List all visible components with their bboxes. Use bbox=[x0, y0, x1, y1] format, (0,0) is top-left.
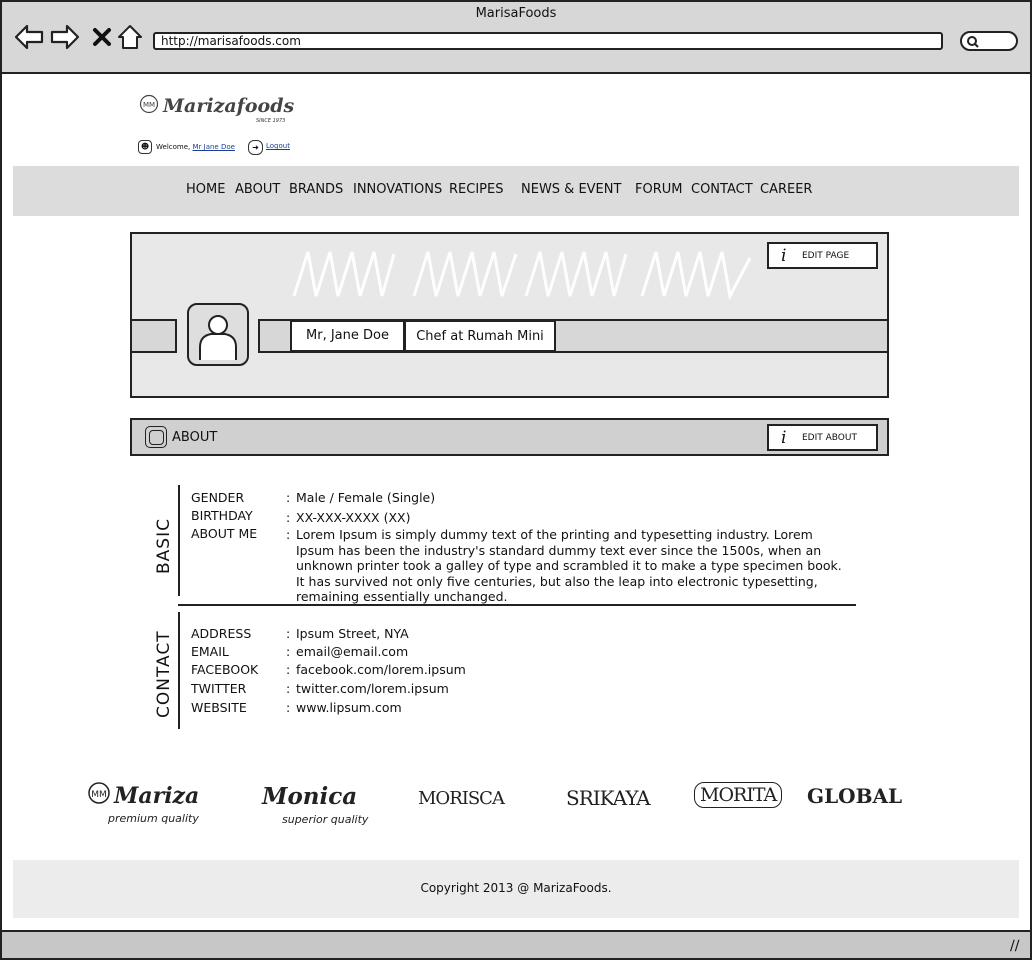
basic-section-title: BASIC bbox=[154, 518, 174, 574]
nav-innovations[interactable]: INNOVATIONS bbox=[353, 182, 442, 197]
user-avatar-icon bbox=[199, 315, 237, 360]
colon: : bbox=[286, 644, 291, 659]
logout-link[interactable]: Logout bbox=[266, 142, 290, 150]
status-bar bbox=[0, 930, 1032, 960]
search-icon bbox=[967, 36, 979, 48]
user-profile-link[interactable]: Mr Jane Doe bbox=[192, 143, 234, 151]
close-icon[interactable] bbox=[87, 22, 117, 52]
info-icon: i bbox=[781, 428, 787, 448]
nav-news-event[interactable]: NEWS & EVENT bbox=[521, 182, 621, 197]
svg-text:MM: MM bbox=[143, 101, 155, 109]
section-divider bbox=[178, 604, 856, 606]
resize-handle-icon[interactable]: ∕∕ bbox=[1010, 938, 1019, 954]
colon: : bbox=[286, 681, 291, 696]
info-icon: i bbox=[781, 246, 787, 266]
user-icon: ☻ bbox=[138, 140, 152, 154]
brand-global[interactable]: GLOBAL bbox=[807, 784, 902, 808]
brand-mariza-tagline: premium quality bbox=[108, 812, 199, 825]
nav-contact[interactable]: CONTACT bbox=[691, 182, 753, 197]
brand-srikaya[interactable]: SRIKAYA bbox=[566, 786, 651, 810]
edit-about-label: EDIT ABOUT bbox=[802, 433, 857, 443]
edit-about-button[interactable]: i EDIT ABOUT bbox=[767, 424, 878, 451]
facebook-value[interactable]: facebook.com/lorem.ipsum bbox=[296, 662, 466, 677]
avatar[interactable] bbox=[187, 303, 249, 366]
profile-name: Mr, Jane Doe bbox=[290, 320, 405, 352]
about-icon bbox=[145, 426, 167, 448]
birthday-label: BIRTHDAY bbox=[191, 508, 253, 523]
colon: : bbox=[286, 700, 291, 715]
copyright-text: Copyright 2013 @ MarizaFoods. bbox=[420, 881, 612, 895]
facebook-label: FACEBOOK bbox=[191, 662, 259, 677]
about-me-label: ABOUT ME bbox=[191, 526, 258, 541]
about-me-value: Lorem Ipsum is simply dummy text of the … bbox=[296, 527, 842, 604]
browser-search-input[interactable] bbox=[960, 31, 1018, 51]
main-nav: HOME ABOUT BRANDS INNOVATIONS RECIPES NE… bbox=[13, 166, 1019, 216]
contact-divider bbox=[178, 612, 180, 729]
edit-page-label: EDIT PAGE bbox=[802, 251, 850, 261]
window-title: MarisaFoods bbox=[475, 6, 557, 21]
logout-icon[interactable]: ➜ bbox=[248, 140, 263, 155]
colon: : bbox=[286, 626, 291, 641]
brand-morisca[interactable]: MORISCA bbox=[418, 788, 505, 809]
gender-value: Male / Female (Single) bbox=[296, 490, 436, 505]
colon: : bbox=[286, 510, 291, 525]
forward-arrow-icon[interactable] bbox=[50, 22, 80, 52]
nav-forum[interactable]: FORUM bbox=[635, 182, 682, 197]
mariza-emblem-icon: MM bbox=[88, 782, 110, 804]
brand-monica[interactable]: Monica bbox=[262, 783, 357, 810]
edit-page-button[interactable]: i EDIT PAGE bbox=[767, 242, 878, 269]
contact-section-title: CONTACT bbox=[154, 630, 174, 718]
nav-about[interactable]: ABOUT bbox=[235, 182, 280, 197]
email-value[interactable]: email@email.com bbox=[296, 644, 408, 659]
brand-mariza[interactable]: Mariza bbox=[114, 783, 199, 809]
brand-monica-tagline: superior quality bbox=[282, 813, 369, 826]
home-icon[interactable] bbox=[115, 22, 145, 52]
birthday-value: XX-XXX-XXXX (XX) bbox=[296, 510, 411, 525]
logo-emblem-icon: MM bbox=[139, 94, 159, 114]
url-input[interactable]: http://marisafoods.com bbox=[153, 32, 943, 50]
nav-recipes[interactable]: RECIPES bbox=[449, 182, 503, 197]
nav-brands[interactable]: BRANDS bbox=[289, 182, 343, 197]
address-value: Ipsum Street, NYA bbox=[296, 626, 409, 641]
colon: : bbox=[286, 527, 291, 542]
colon: : bbox=[286, 662, 291, 677]
twitter-label: TWITTER bbox=[191, 681, 247, 696]
welcome-prefix: Welcome, bbox=[156, 143, 191, 151]
colon: : bbox=[286, 490, 291, 505]
nav-career[interactable]: CAREER bbox=[760, 182, 812, 197]
brand-morita[interactable]: MORITA bbox=[694, 782, 783, 808]
logo-text: Marizafoods bbox=[163, 95, 295, 117]
email-label: EMAIL bbox=[191, 644, 229, 659]
address-label: ADDRESS bbox=[191, 626, 252, 641]
welcome-text: Welcome, Mr Jane Doe bbox=[156, 143, 235, 151]
profile-bar-left bbox=[130, 319, 177, 353]
gender-label: GENDER bbox=[191, 490, 245, 505]
website-value[interactable]: www.lipsum.com bbox=[296, 700, 402, 715]
profile-job: Chef at Rumah Mini bbox=[404, 320, 556, 352]
svg-text:MM: MM bbox=[91, 790, 107, 800]
twitter-value[interactable]: twitter.com/lorem.ipsum bbox=[296, 681, 449, 696]
back-arrow-icon[interactable] bbox=[14, 22, 44, 52]
footer: Copyright 2013 @ MarizaFoods. bbox=[13, 860, 1019, 918]
website-label: WEBSITE bbox=[191, 700, 247, 715]
logo-since: SINCE 1973 bbox=[256, 118, 286, 124]
about-title: ABOUT bbox=[172, 430, 218, 445]
cover-image-placeholder bbox=[292, 251, 752, 301]
basic-divider bbox=[178, 485, 180, 596]
nav-home[interactable]: HOME bbox=[186, 182, 225, 197]
